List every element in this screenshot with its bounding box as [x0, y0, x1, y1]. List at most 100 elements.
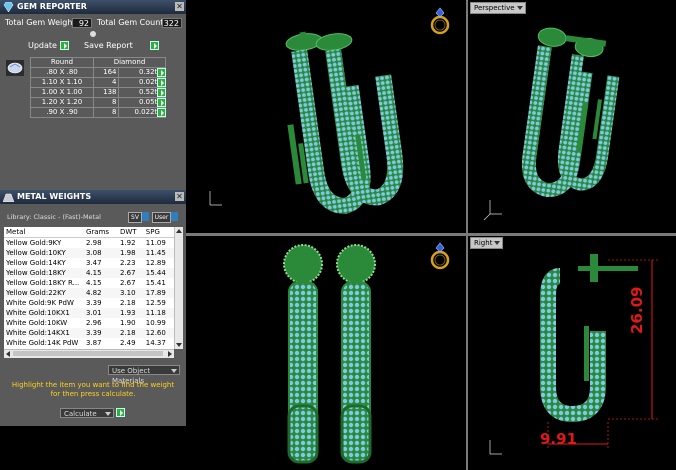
metal-weights-title: METAL WEIGHTS [0, 190, 186, 204]
metal-name: Yellow Gold:22KY [6, 289, 66, 297]
metal-dwt: 1.90 [119, 319, 136, 327]
metal-dwt: 2.67 [119, 269, 136, 277]
dwt-column-header[interactable]: DWT [118, 227, 144, 238]
metal-weights-list[interactable]: Metal Grams DWT SPG Yellow Gold:9KY 2.98 1… [4, 227, 174, 349]
metal-spg: 12.60 [145, 329, 166, 337]
table-row[interactable]: White Gold:10KW 2.96 1.90 10.99 [4, 318, 174, 328]
scroll-left-arrow-icon[interactable] [6, 351, 10, 357]
table-row[interactable]: 1.00 X 1.00 138 0.52tw [30, 87, 166, 98]
table-row[interactable]: Yellow Gold:14KY 3.47 2.23 12.89 [4, 258, 174, 268]
metal-dwt: 2.49 [119, 339, 136, 347]
gem-count: 8 [92, 107, 120, 118]
metal-grams: 4.82 [86, 289, 102, 297]
metal-column-header[interactable]: Metal [4, 227, 84, 238]
update-label: Update [28, 41, 57, 50]
metal-spg: 10.99 [145, 319, 166, 327]
table-row[interactable]: White Gold:9K PdW 3.39 2.18 12.59 [4, 298, 174, 308]
metal-spg: 12.89 [145, 259, 166, 267]
total-gem-count-label: Total Gem Count [97, 18, 164, 27]
gem-count: 8 [92, 97, 120, 108]
dimension-height-label: 26.09 [628, 286, 646, 334]
metal-dwt: 1.92 [119, 239, 136, 247]
gem-row-select-button[interactable] [157, 108, 166, 117]
table-row[interactable]: White Gold:14KX1 3.39 2.18 12.60 [4, 328, 174, 338]
gem-table-header-diamond: Diamond [93, 57, 166, 68]
gem-row-select-button[interactable] [157, 88, 166, 97]
metal-dwt: 1.93 [119, 309, 136, 317]
horizontal-scrollbar[interactable] [4, 349, 174, 358]
use-object-materials-dropdown[interactable]: Use Object Materials [108, 365, 180, 385]
metal-grams: 3.39 [86, 299, 102, 307]
gem-size: .80 X .80 [30, 67, 94, 78]
table-row[interactable]: 1.20 X 1.20 8 0.05tw [30, 97, 166, 108]
metal-grams: 2.98 [86, 239, 102, 247]
metal-dwt: 2.18 [119, 299, 136, 307]
metal-grams: 3.47 [86, 259, 102, 267]
gem-row-select-button[interactable] [157, 68, 166, 77]
user-button[interactable]: User [152, 212, 171, 223]
metal-name: Yellow Gold:10KY [6, 249, 66, 257]
metal-grams: 3.01 [86, 309, 102, 317]
metal-dwt: 1.98 [119, 249, 136, 257]
metal-name: Yellow Gold:14KY [6, 259, 66, 267]
calculate-button[interactable] [116, 408, 125, 417]
dimension-width-label: 9.91 [540, 430, 578, 448]
metal-dwt: 3.10 [119, 289, 136, 297]
table-row[interactable]: White Gold:14K PdW 3.87 2.49 14.37 [4, 338, 174, 348]
table-row[interactable]: Yellow Gold:18KY R... 4.15 2.67 15.41 [4, 278, 174, 288]
table-row[interactable]: .90 X .90 8 0.022tw [30, 107, 166, 118]
gem-reporter-close-button[interactable]: ✕ [175, 2, 184, 11]
sv-toggle[interactable] [142, 212, 149, 221]
table-row[interactable]: Yellow Gold:22KY 4.82 3.10 17.89 [4, 288, 174, 298]
metal-weights-close-button[interactable]: ✕ [175, 192, 184, 201]
save-report-button[interactable] [150, 41, 159, 50]
update-button[interactable] [60, 41, 69, 50]
metal-dwt: 2.18 [119, 329, 136, 337]
spg-column-header[interactable]: SPG [144, 227, 174, 238]
table-row[interactable]: 1.10 X 1.10 4 0.02tw [30, 77, 166, 88]
metal-name: White Gold:14KX1 [6, 329, 70, 337]
table-row[interactable]: .80 X .80 164 0.32tw [30, 67, 166, 78]
metal-grams: 3.87 [86, 339, 102, 347]
user-toggle[interactable] [171, 212, 178, 221]
gem-table: Round Diamond .80 X .80 164 0.32tw 1.10 … [30, 57, 166, 118]
table-row[interactable]: Yellow Gold:10KY 3.08 1.98 11.45 [4, 248, 174, 258]
gem-count: 138 [92, 87, 120, 98]
gem-row-select-button[interactable] [157, 78, 166, 87]
gem-reporter-title: GEM REPORTER [0, 0, 186, 14]
library-label: Library: Classic - (Fast)-Metal [7, 213, 101, 221]
scroll-down-arrow-icon[interactable] [176, 343, 182, 347]
metal-name: White Gold:14K PdW [6, 339, 79, 347]
metal-spg: 17.89 [145, 289, 166, 297]
metal-name: White Gold:10KX1 [6, 309, 70, 317]
gem-size: .90 X .90 [30, 107, 94, 118]
splitter-handle[interactable] [90, 31, 96, 37]
gem-row-select-button[interactable] [157, 98, 166, 107]
grams-column-header[interactable]: Grams [84, 227, 118, 238]
gem-reporter-title-text: GEM REPORTER [17, 2, 87, 11]
metal-spg: 11.18 [145, 309, 166, 317]
metal-weights-panel: METAL WEIGHTS ✕ Library: Classic - (Fast… [0, 190, 186, 426]
scroll-thumb[interactable] [13, 351, 163, 356]
sv-button[interactable]: SV [128, 212, 142, 223]
earring-model-perspective [483, 27, 620, 221]
total-gem-weight-value: 92 [72, 18, 92, 28]
metal-name: White Gold:10KW [6, 319, 68, 327]
scroll-right-arrow-icon[interactable] [168, 351, 172, 357]
total-gem-weight-label: Total Gem Weight [5, 18, 76, 27]
earring-model-front-view [283, 244, 376, 464]
metal-grams: 3.08 [86, 249, 102, 257]
gem-count: 164 [92, 67, 120, 78]
metal-grams: 2.96 [86, 319, 102, 327]
table-row[interactable]: Yellow Gold:18KY 4.15 2.67 15.44 [4, 268, 174, 278]
vertical-scrollbar[interactable] [174, 227, 183, 349]
metal-grams: 3.39 [86, 329, 102, 337]
table-row[interactable]: Yellow Gold:9KY 2.98 1.92 11.09 [4, 238, 174, 249]
metal-spg: 15.44 [145, 269, 166, 277]
calculate-dropdown[interactable]: Calculate [60, 408, 114, 418]
scroll-up-arrow-icon[interactable] [176, 229, 182, 233]
gem-icon [3, 2, 14, 12]
metal-spg: 15.41 [145, 279, 166, 287]
metal-spg: 12.59 [145, 299, 166, 307]
table-row[interactable]: White Gold:10KX1 3.01 1.93 11.18 [4, 308, 174, 318]
